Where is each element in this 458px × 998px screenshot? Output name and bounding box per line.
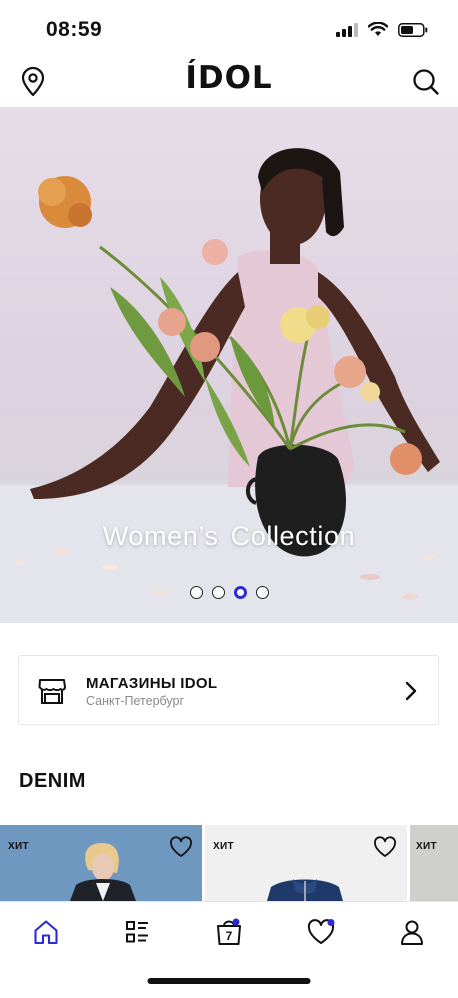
bottom-tab-bar: 7 <box>0 901 458 998</box>
carousel-dot[interactable] <box>255 586 269 599</box>
product-card[interactable]: ХИТ <box>205 825 407 901</box>
catalog-icon <box>126 921 148 943</box>
cart-badge: 7 <box>226 929 233 943</box>
hero-caption: Women’s Collection <box>102 521 356 551</box>
profile-icon <box>401 920 423 945</box>
wifi-icon <box>368 22 388 36</box>
search-icon <box>413 69 439 95</box>
carousel-dot-active[interactable] <box>233 586 247 599</box>
status-icons <box>336 22 428 37</box>
status-bar: 08:59 <box>0 0 458 56</box>
shopping-bag-icon: 7 <box>217 918 241 945</box>
favorite-heart-icon[interactable] <box>373 836 397 858</box>
hit-badge: ХИТ <box>8 841 29 852</box>
stores-card[interactable]: МАГАЗИНЫ IDOL Санкт-Петербург <box>18 655 439 725</box>
home-icon <box>34 920 58 945</box>
tab-favorites[interactable] <box>305 916 337 948</box>
product-carousel[interactable]: ХИТ ХИТ ХИТ <box>0 825 458 901</box>
carousel-dot[interactable] <box>189 586 203 599</box>
hit-badge: ХИТ <box>213 841 234 852</box>
tab-profile[interactable] <box>396 916 428 948</box>
heart-icon <box>307 919 335 944</box>
battery-icon <box>398 22 428 37</box>
location-button[interactable] <box>15 64 51 100</box>
brand-logo[interactable]: ÍDOL <box>185 60 272 96</box>
status-time: 08:59 <box>46 18 103 41</box>
hit-badge: ХИТ <box>416 841 437 852</box>
search-button[interactable] <box>408 64 444 100</box>
home-indicator <box>147 978 311 984</box>
app-header: ÍDOL <box>0 58 458 106</box>
map-pin-icon <box>21 67 45 97</box>
product-card[interactable]: ХИТ <box>410 825 458 901</box>
hero-banner[interactable]: Women’s Collection <box>0 107 458 623</box>
tab-catalog[interactable] <box>121 916 153 948</box>
product-card[interactable]: ХИТ <box>0 825 202 901</box>
carousel-dot[interactable] <box>211 586 225 599</box>
favorite-heart-icon[interactable] <box>169 836 193 858</box>
section-title-denim[interactable]: DENIM <box>19 770 86 793</box>
tab-cart[interactable]: 7 <box>213 916 245 948</box>
store-city: Санкт-Петербург <box>86 694 185 708</box>
store-icon <box>38 679 66 704</box>
stores-title: МАГАЗИНЫ IDOL <box>86 675 218 692</box>
tab-home[interactable] <box>30 916 62 948</box>
cellular-signal-icon <box>336 22 358 37</box>
chevron-right-icon <box>405 681 417 701</box>
carousel-indicator <box>0 586 458 599</box>
